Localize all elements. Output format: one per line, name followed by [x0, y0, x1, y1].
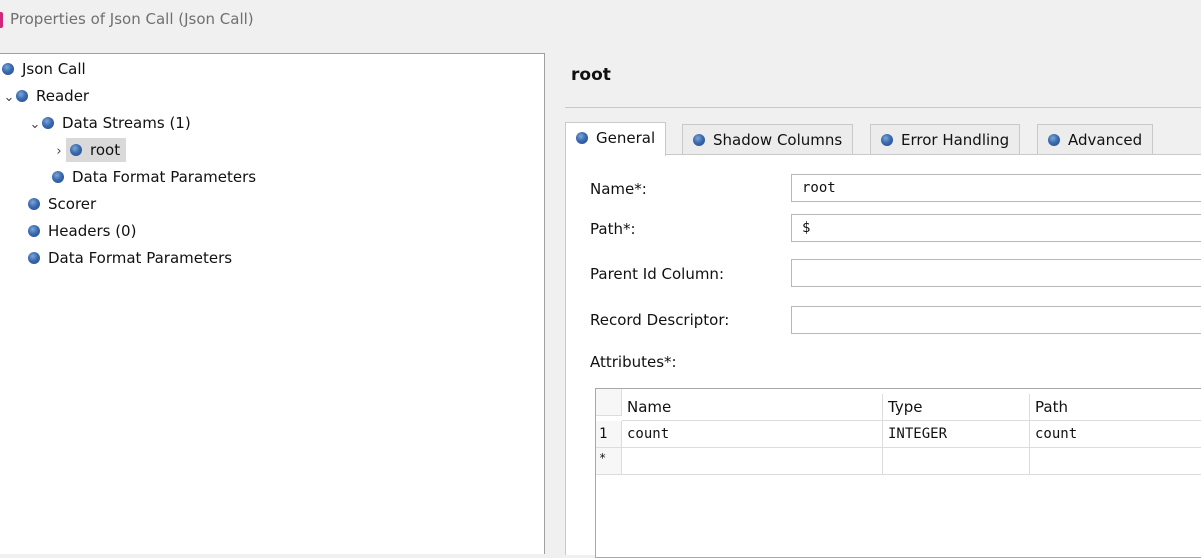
- chevron-right-icon[interactable]: ›: [52, 139, 66, 165]
- tree-item-reader[interactable]: ⌄ Reader: [2, 83, 90, 111]
- path-label: Path*:: [590, 220, 636, 238]
- page-title: root: [571, 65, 611, 85]
- column-header-type[interactable]: Type: [883, 394, 1030, 421]
- tree-item-label: Scorer: [48, 195, 97, 213]
- tab-bar: General Shadow Columns Error Handling Ad…: [565, 122, 1201, 156]
- tree-item-root[interactable]: › root: [52, 137, 127, 165]
- node-icon: [16, 90, 28, 102]
- parent-id-column-field[interactable]: [791, 259, 1201, 287]
- row-header-corner: [596, 389, 622, 416]
- tab-advanced[interactable]: Advanced: [1037, 124, 1154, 155]
- window-title: Properties of Json Call (Json Call): [10, 10, 254, 28]
- chevron-down-icon[interactable]: ⌄: [28, 112, 42, 138]
- new-row-marker: *: [596, 448, 622, 475]
- row-number: 1: [596, 421, 622, 448]
- tab-error-handling[interactable]: Error Handling: [870, 124, 1021, 155]
- tree-item-scorer[interactable]: Scorer: [28, 191, 96, 217]
- tree-item-label: Data Format Parameters: [72, 168, 257, 186]
- tree-item-headers[interactable]: Headers (0): [28, 218, 136, 244]
- tab-icon: [576, 132, 588, 144]
- record-descriptor-label: Record Descriptor:: [590, 311, 730, 329]
- tree-pane: Json Call ⌄ Reader ⌄ Data Streams (1) › roo…: [0, 53, 545, 554]
- record-descriptor-field[interactable]: [791, 306, 1201, 334]
- table-cell-new-type[interactable]: [883, 448, 1030, 475]
- tree-item-data-streams[interactable]: ⌄ Data Streams (1): [28, 110, 191, 136]
- tree-item-label: root: [90, 141, 121, 159]
- tree-item-label: Json Call: [22, 60, 86, 78]
- node-icon: [42, 117, 54, 129]
- title-bar: Properties of Json Call (Json Call): [0, 0, 1201, 40]
- table-cell-type[interactable]: INTEGER: [883, 421, 1030, 448]
- properties-pane: root General Shadow Columns Error Handli…: [551, 45, 1201, 558]
- column-header-name[interactable]: Name: [622, 394, 883, 421]
- tree-item-data-format-parameters-2[interactable]: Data Format Parameters: [28, 245, 232, 271]
- chevron-down-icon[interactable]: ⌄: [2, 85, 16, 111]
- table-cell-new-name[interactable]: [622, 448, 883, 475]
- parent-id-column-label: Parent Id Column:: [590, 265, 724, 283]
- node-icon: [28, 252, 40, 264]
- tab-label: Advanced: [1068, 131, 1143, 149]
- path-field[interactable]: $: [791, 214, 1201, 242]
- node-icon: [52, 171, 64, 183]
- tree-item-label: Headers (0): [48, 222, 137, 240]
- tab-label: Error Handling: [901, 131, 1010, 149]
- table-cell-path[interactable]: count: [1030, 421, 1201, 448]
- name-field[interactable]: root: [791, 174, 1201, 202]
- tree-item-data-format-parameters[interactable]: Data Format Parameters: [52, 164, 256, 190]
- attributes-table[interactable]: Name Type Path 1 count INTEGER count *: [595, 388, 1201, 558]
- app-icon: [0, 12, 3, 28]
- tab-general[interactable]: General: [565, 122, 667, 156]
- attributes-label: Attributes*:: [590, 353, 677, 371]
- node-icon: [70, 144, 82, 156]
- node-icon: [28, 225, 40, 237]
- table-cell-new-path[interactable]: [1030, 448, 1201, 475]
- selected-node[interactable]: root: [66, 138, 127, 162]
- tree-item-json-call[interactable]: Json Call: [2, 56, 86, 82]
- node-icon: [2, 63, 14, 75]
- tab-icon: [881, 134, 893, 146]
- node-icon: [28, 198, 40, 210]
- tab-icon: [693, 134, 705, 146]
- column-header-path[interactable]: Path: [1030, 394, 1201, 421]
- divider: [565, 107, 1201, 108]
- tab-shadow-columns[interactable]: Shadow Columns: [682, 124, 854, 155]
- tab-icon: [1048, 134, 1060, 146]
- table-cell-name[interactable]: count: [622, 421, 883, 448]
- tree-item-label: Data Format Parameters: [48, 249, 233, 267]
- name-label: Name*:: [590, 180, 647, 198]
- tab-label: Shadow Columns: [713, 131, 843, 149]
- tab-label: General: [596, 129, 656, 147]
- tree-item-label: Data Streams (1): [62, 114, 191, 132]
- tree-item-label: Reader: [36, 87, 90, 105]
